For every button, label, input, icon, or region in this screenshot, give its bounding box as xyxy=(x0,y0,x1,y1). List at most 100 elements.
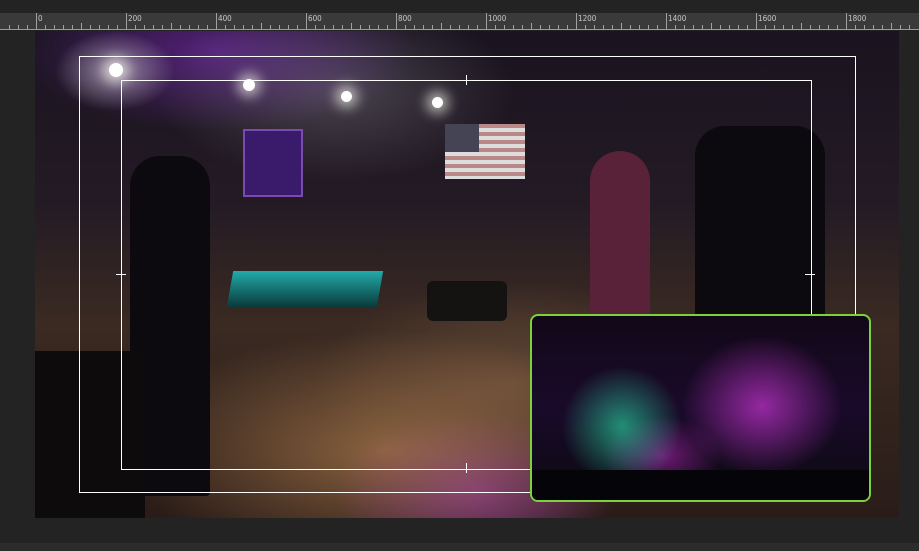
ruler-tick xyxy=(558,25,559,29)
ruler-tick xyxy=(351,23,352,29)
ruler-tick xyxy=(243,25,244,29)
ruler-tick xyxy=(315,25,316,29)
ruler-tick xyxy=(693,25,694,29)
ruler-tick xyxy=(882,25,883,29)
ruler-tick xyxy=(441,23,442,29)
ruler-tick xyxy=(288,25,289,29)
ruler-tick xyxy=(153,25,154,29)
ruler-tick xyxy=(324,25,325,29)
pip-crowd xyxy=(532,470,869,500)
ruler-tick xyxy=(54,25,55,29)
ruler-tick xyxy=(405,25,406,29)
ruler-tick xyxy=(549,25,550,29)
ruler-tick xyxy=(207,25,208,29)
ruler-tick xyxy=(378,25,379,29)
ruler-tick xyxy=(657,25,658,29)
ruler-tick xyxy=(396,13,397,29)
ruler-tick xyxy=(666,13,667,29)
ruler-tick xyxy=(360,25,361,29)
ruler-tick xyxy=(684,25,685,29)
ruler-tick xyxy=(639,25,640,29)
ruler-tick xyxy=(513,25,514,29)
ruler-tick xyxy=(828,25,829,29)
ruler-label: 200 xyxy=(128,14,142,23)
ruler-tick xyxy=(297,25,298,29)
ruler-label: 1600 xyxy=(758,14,777,23)
ruler-tick xyxy=(864,25,865,29)
ruler-tick xyxy=(117,25,118,29)
ruler-tick xyxy=(504,25,505,29)
ruler-tick xyxy=(126,13,127,29)
ruler-tick xyxy=(837,25,838,29)
ruler-tick xyxy=(171,23,172,29)
ruler-tick xyxy=(909,25,910,29)
ruler-tick xyxy=(873,25,874,29)
ruler-tick xyxy=(891,23,892,29)
ruler-label: 400 xyxy=(218,14,232,23)
ruler-tick xyxy=(747,25,748,29)
ruler-tick xyxy=(9,25,10,29)
picture-in-picture-clip[interactable] xyxy=(530,314,871,502)
ruler-tick xyxy=(774,25,775,29)
ruler-tick xyxy=(585,25,586,29)
ruler-label: 1400 xyxy=(668,14,687,23)
ruler-tick xyxy=(36,13,37,29)
ruler-tick xyxy=(63,25,64,29)
ruler-tick xyxy=(567,25,568,29)
ruler-tick xyxy=(621,23,622,29)
ruler-tick xyxy=(162,25,163,29)
ruler-tick xyxy=(810,25,811,29)
ruler-tick xyxy=(144,25,145,29)
ruler-tick xyxy=(225,25,226,29)
ruler-tick xyxy=(495,25,496,29)
ruler-tick xyxy=(783,25,784,29)
ruler-tick xyxy=(216,13,217,29)
ruler-tick xyxy=(198,25,199,29)
ruler-tick xyxy=(45,25,46,29)
frame-handle-top[interactable] xyxy=(466,75,467,85)
ruler-label: 1800 xyxy=(848,14,867,23)
ruler-label: 600 xyxy=(308,14,322,23)
ruler-tick xyxy=(792,25,793,29)
ruler-tick xyxy=(729,25,730,29)
ruler-tick xyxy=(486,13,487,29)
ruler-label: 0 xyxy=(38,14,43,23)
frame-handle-bottom[interactable] xyxy=(466,463,467,473)
horizontal-ruler[interactable]: 0 200 400 600 800 1000 1200 1400 1600 1800 xyxy=(0,13,919,30)
ruler-tick xyxy=(234,25,235,29)
ruler-tick xyxy=(855,25,856,29)
ruler-tick xyxy=(135,25,136,29)
ruler-tick xyxy=(252,25,253,29)
ruler-tick xyxy=(477,25,478,29)
ruler-tick xyxy=(81,23,82,29)
frame-handle-left[interactable] xyxy=(116,274,126,275)
ruler-tick xyxy=(189,25,190,29)
ruler-tick xyxy=(630,25,631,29)
ruler-tick xyxy=(99,25,100,29)
ruler-tick xyxy=(702,25,703,29)
ruler-tick xyxy=(612,25,613,29)
ruler-tick xyxy=(720,25,721,29)
ruler-tick xyxy=(846,13,847,29)
ruler-tick xyxy=(819,25,820,29)
ruler-tick xyxy=(180,25,181,29)
frame-handle-right[interactable] xyxy=(805,274,815,275)
ruler-tick xyxy=(306,13,307,29)
ruler-tick xyxy=(675,25,676,29)
ruler-tick xyxy=(423,25,424,29)
ruler-tick xyxy=(540,25,541,29)
ruler-tick xyxy=(270,25,271,29)
ruler-tick xyxy=(648,25,649,29)
ruler-tick xyxy=(468,25,469,29)
ruler-tick xyxy=(261,23,262,29)
ruler-tick xyxy=(531,23,532,29)
ruler-tick xyxy=(801,23,802,29)
ruler-tick xyxy=(72,25,73,29)
bottom-panel-edge xyxy=(0,543,919,551)
ruler-tick xyxy=(603,25,604,29)
ruler-label: 800 xyxy=(398,14,412,23)
ruler-tick xyxy=(108,25,109,29)
ruler-tick xyxy=(414,25,415,29)
ruler-tick xyxy=(387,25,388,29)
ruler-tick xyxy=(369,25,370,29)
